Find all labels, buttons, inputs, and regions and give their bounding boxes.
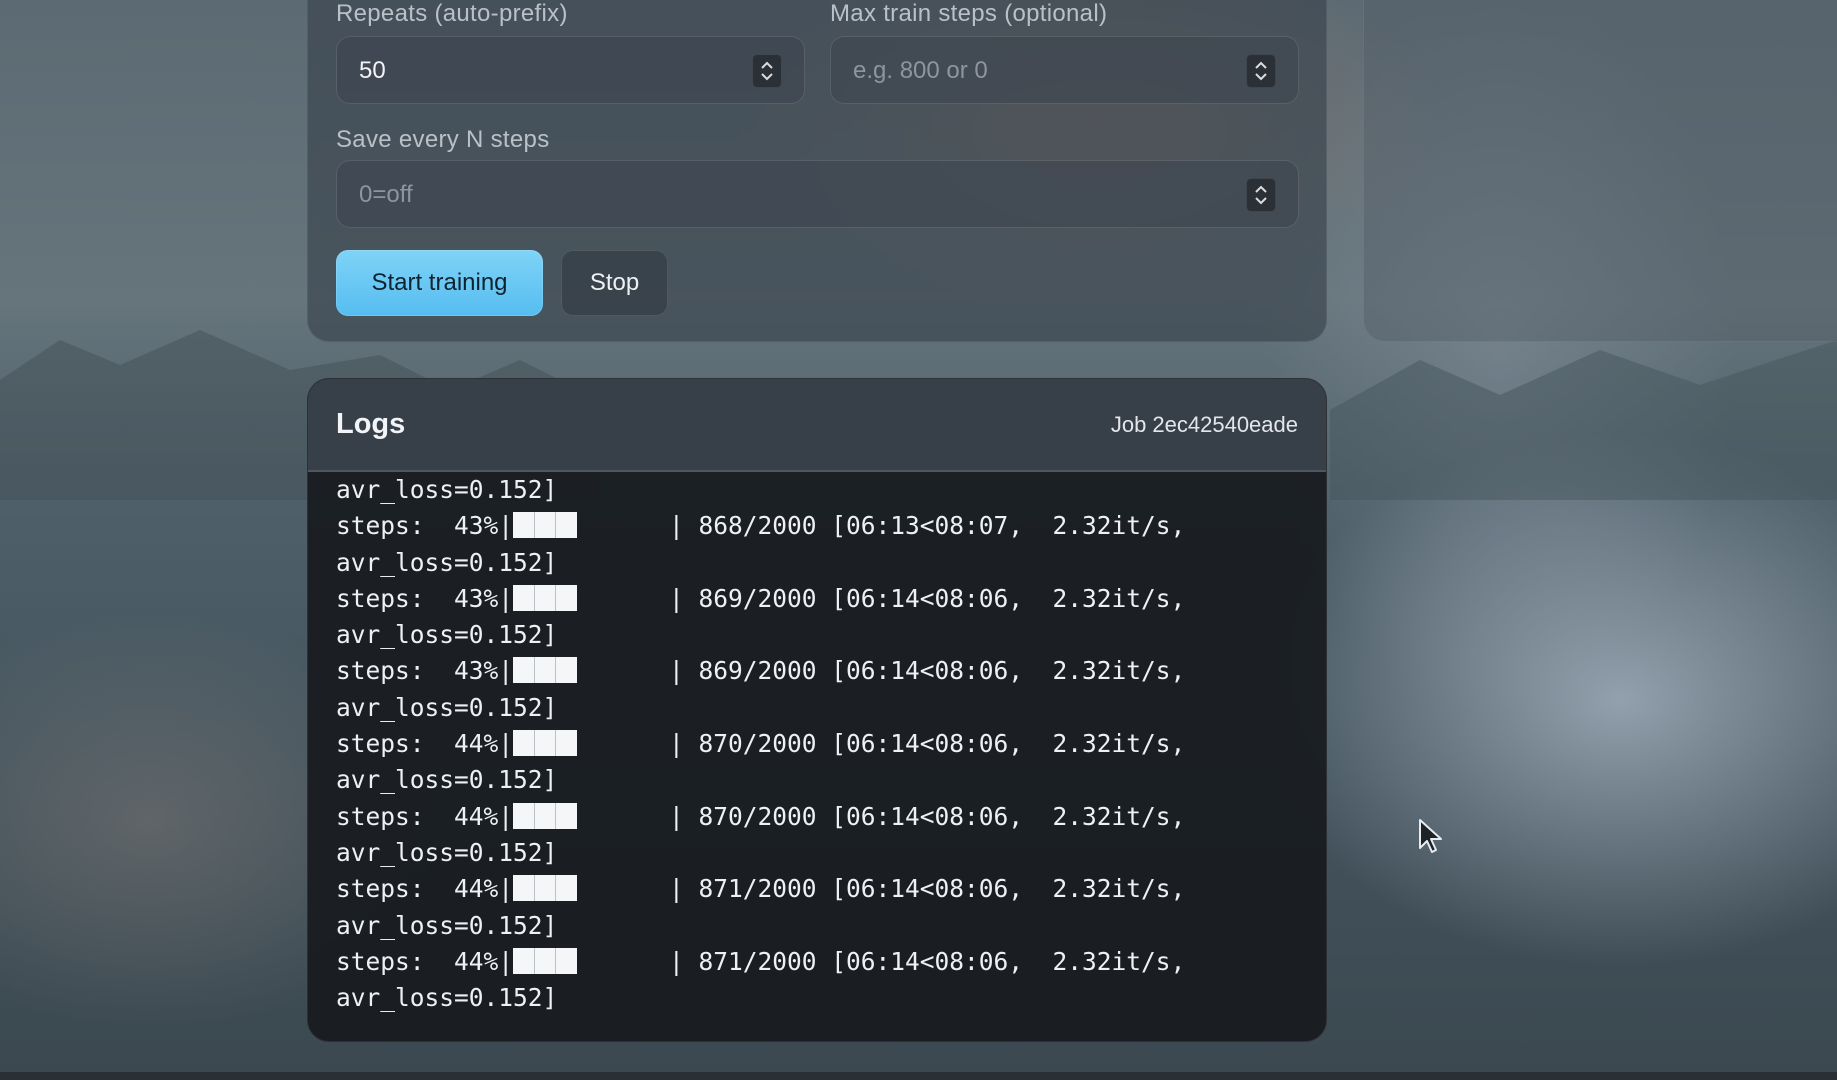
- save-every-placeholder: 0=off: [359, 181, 413, 208]
- log-line-progress: steps: 43%| | 869/2000 [06:14<08:06, 2.32…: [336, 581, 1185, 617]
- progress-bar-block: [513, 512, 578, 539]
- log-line-progress: steps: 44%| | 871/2000 [06:14<08:06, 2.32…: [336, 944, 1185, 980]
- logs-title: Logs: [336, 408, 406, 440]
- start-training-button[interactable]: Start training: [336, 250, 543, 316]
- log-step-suffix: | 869/2000 [06:14<08:06, 2.32it/s,: [669, 583, 1186, 613]
- logs-header: Logs Job 2ec42540eade: [308, 379, 1326, 472]
- log-line-progress: steps: 44%| | 871/2000 [06:14<08:06, 2.32…: [336, 871, 1185, 907]
- log-line-progress: steps: 43%| | 869/2000 [06:14<08:06, 2.32…: [336, 653, 1185, 689]
- progress-bar-block: [513, 802, 578, 829]
- log-step-suffix: | 871/2000 [06:14<08:06, 2.32it/s,: [669, 946, 1186, 976]
- progress-bar-block: [513, 875, 578, 902]
- stop-button[interactable]: Stop: [561, 250, 668, 316]
- repeats-input[interactable]: 50: [336, 36, 805, 104]
- log-line-progress: steps: 43%| | 868/2000 [06:13<08:07, 2.32…: [336, 508, 1185, 544]
- progress-bar-block: [513, 947, 578, 974]
- log-step-prefix: steps: 43%|: [336, 656, 514, 686]
- log-line-loss: avr_loss=0.152]: [336, 837, 558, 867]
- save-every-input[interactable]: 0=off: [336, 160, 1299, 228]
- log-line-progress: steps: 44%| | 870/2000 [06:14<08:06, 2.32…: [336, 726, 1185, 762]
- logs-panel: Logs Job 2ec42540eade avr_loss=0.152] ste…: [307, 378, 1327, 1042]
- log-lines: avr_loss=0.152] steps: 43%| | 868/2000 [06…: [336, 472, 1185, 1016]
- log-step-suffix: | 869/2000 [06:14<08:06, 2.32it/s,: [669, 656, 1186, 686]
- log-line-loss: avr_loss=0.152]: [336, 983, 558, 1013]
- log-step-suffix: | 870/2000 [06:14<08:06, 2.32it/s,: [669, 801, 1186, 831]
- bottom-edge: [0, 1072, 1837, 1080]
- progress-bar-block: [513, 584, 578, 611]
- log-step-prefix: steps: 44%|: [336, 874, 514, 904]
- log-line-loss: avr_loss=0.152]: [336, 910, 558, 940]
- log-output[interactable]: avr_loss=0.152] steps: 43%| | 868/2000 [06…: [308, 472, 1326, 1041]
- log-line-loss: avr_loss=0.152]: [336, 765, 558, 795]
- log-step-suffix: | 871/2000 [06:14<08:06, 2.32it/s,: [669, 874, 1186, 904]
- mouse-cursor-icon: [1419, 819, 1442, 853]
- log-step-suffix: | 868/2000 [06:13<08:07, 2.32it/s,: [669, 511, 1186, 541]
- log-step-prefix: steps: 44%|: [336, 801, 514, 831]
- repeats-stepper-icon[interactable]: [752, 54, 782, 88]
- log-line-loss: avr_loss=0.152]: [336, 475, 558, 504]
- max-train-steps-label: Max train steps (optional): [830, 0, 1108, 27]
- log-step-prefix: steps: 44%|: [336, 729, 514, 759]
- progress-bar-block: [513, 730, 578, 757]
- progress-bar-block: [513, 657, 578, 684]
- log-step-prefix: steps: 44%|: [336, 946, 514, 976]
- log-line-loss: avr_loss=0.152]: [336, 547, 558, 577]
- save-every-label: Save every N steps: [336, 126, 550, 153]
- repeats-value: 50: [359, 57, 386, 84]
- side-panel: [1363, 0, 1837, 342]
- log-line-loss: avr_loss=0.152]: [336, 620, 558, 650]
- log-step-prefix: steps: 43%|: [336, 511, 514, 541]
- max-train-steps-stepper-icon[interactable]: [1246, 54, 1276, 88]
- save-every-stepper-icon[interactable]: [1246, 178, 1276, 212]
- log-step-suffix: | 870/2000 [06:14<08:06, 2.32it/s,: [669, 729, 1186, 759]
- log-step-prefix: steps: 43%|: [336, 583, 514, 613]
- log-line-progress: steps: 44%| | 870/2000 [06:14<08:06, 2.32…: [336, 799, 1185, 835]
- job-id: Job 2ec42540eade: [1110, 412, 1298, 437]
- repeats-label: Repeats (auto-prefix): [336, 0, 568, 27]
- max-train-steps-input[interactable]: e.g. 800 or 0: [830, 36, 1299, 104]
- max-train-steps-placeholder: e.g. 800 or 0: [853, 57, 988, 84]
- log-line-loss: avr_loss=0.152]: [336, 692, 558, 722]
